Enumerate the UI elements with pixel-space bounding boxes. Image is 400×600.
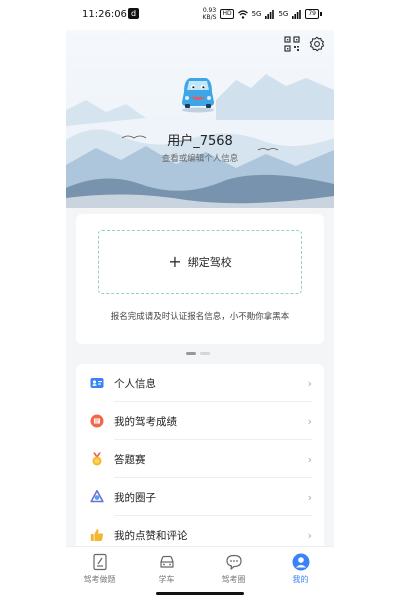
status-time: 11:26:06 <box>82 9 127 20</box>
tab-label: 驾考做题 <box>83 575 116 584</box>
menu-item-label: 我的驾考成绩 <box>114 415 177 428</box>
menu-item-my-circle[interactable]: 我的圈子 › <box>76 478 324 516</box>
tab-label: 我的 <box>292 575 309 584</box>
plus-icon: + <box>168 252 182 271</box>
settings-menu: 个人信息 › 我的驾考成绩 › 答题赛 › 我的圈子 › 我的点赞和评论 › <box>76 364 324 554</box>
network-rate-unit: KB/S <box>202 14 217 21</box>
menu-item-label: 答题赛 <box>114 453 146 466</box>
edit-profile-link[interactable]: 查看或编辑个人信息 <box>66 152 334 164</box>
chevron-right-icon: › <box>307 415 312 428</box>
qr-code-icon[interactable] <box>284 36 300 52</box>
signal-icon-1: 5G <box>251 10 262 18</box>
chat-icon <box>225 554 242 570</box>
score-icon <box>90 414 104 428</box>
status-indicators: 0.93 KB/S HD 5G 5G 79 <box>203 7 322 21</box>
tiktok-icon: d <box>128 8 139 19</box>
status-bar: 11:26:06 d 0.93 KB/S HD 5G 5G 79 <box>66 0 334 30</box>
user-icon <box>292 553 309 571</box>
page-dot <box>200 352 210 355</box>
medal-icon <box>92 452 102 466</box>
menu-item-label: 我的点赞和评论 <box>114 529 188 542</box>
avatar[interactable] <box>176 70 220 114</box>
signal-icon-2: 5G <box>278 10 289 18</box>
page-indicator <box>186 352 210 355</box>
signal-bars-icon-1 <box>265 9 275 19</box>
menu-item-exam-scores[interactable]: 我的驾考成绩 › <box>76 402 324 440</box>
signal-bars-icon-2 <box>292 9 302 19</box>
chevron-right-icon: › <box>307 491 312 504</box>
tab-exam-practice[interactable]: 驾考做题 <box>66 547 133 600</box>
battery-icon: 79 <box>305 9 319 19</box>
menu-item-label: 我的圈子 <box>114 491 156 504</box>
hd-icon: HD <box>220 9 234 19</box>
bind-school-label: 绑定驾校 <box>187 256 232 269</box>
network-rate: 0.93 KB/S <box>203 7 217 21</box>
tab-mine[interactable]: 我的 <box>267 547 334 600</box>
battery-tip <box>320 12 322 16</box>
id-card-icon <box>90 378 104 388</box>
car-icon <box>159 555 174 568</box>
menu-item-label: 个人信息 <box>114 377 156 390</box>
bind-school-button[interactable]: + 绑定驾校 <box>98 230 302 294</box>
username[interactable]: 用户_7568 <box>66 130 334 149</box>
tab-label: 驾考圈 <box>221 575 246 584</box>
page-dot-active <box>186 352 196 355</box>
profile-header: 用户_7568 查看或编辑个人信息 <box>66 30 334 208</box>
exam-icon <box>92 553 107 571</box>
bind-school-card: + 绑定驾校 报名完成请及时认证报名信息，小不勛你拿黑本 <box>76 214 324 344</box>
chevron-right-icon: › <box>307 377 312 390</box>
bind-school-hint: 报名完成请及时认证报名信息，小不勛你拿黑本 <box>110 312 290 322</box>
home-indicator[interactable] <box>156 592 244 595</box>
menu-item-quiz-contest[interactable]: 答题赛 › <box>76 440 324 478</box>
phone-screen: 11:26:06 d 0.93 KB/S HD 5G 5G 79 用户_7568… <box>66 0 334 600</box>
tab-label: 学车 <box>158 575 175 584</box>
mountain-cloud-background <box>66 74 334 208</box>
chevron-right-icon: › <box>307 529 312 542</box>
wifi-icon <box>237 9 248 19</box>
circle-icon <box>90 490 104 503</box>
menu-item-personal-info[interactable]: 个人信息 › <box>76 364 324 402</box>
network-rate-value: 0.93 <box>202 7 217 14</box>
chevron-right-icon: › <box>307 453 312 466</box>
thumbs-up-icon <box>90 529 104 541</box>
gear-icon[interactable] <box>309 36 325 52</box>
